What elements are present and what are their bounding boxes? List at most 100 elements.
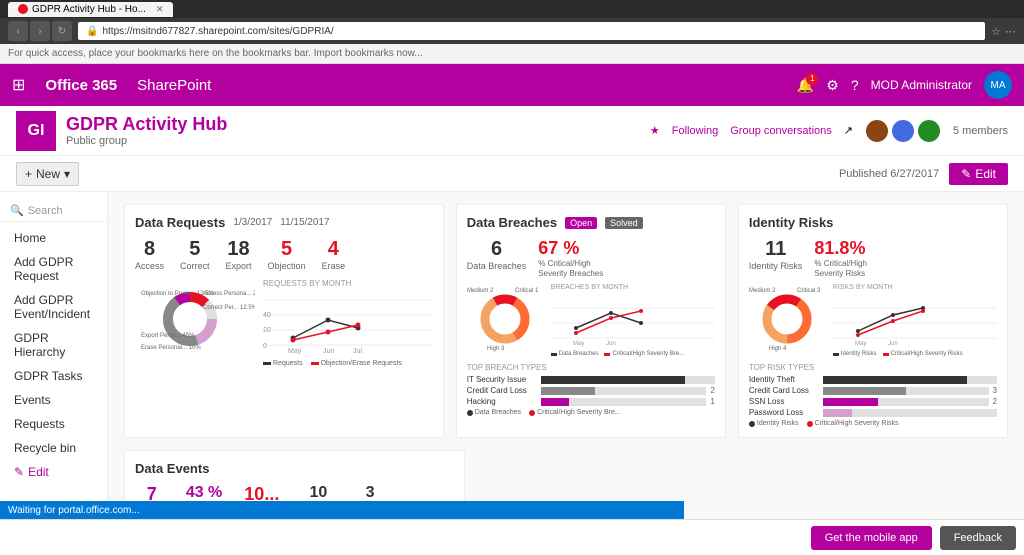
browser-chrome: GDPR Activity Hub - Ho... ✕ — [0, 0, 1024, 18]
plus-icon: + — [25, 167, 32, 181]
risk-type-label-2: Credit Card Loss — [749, 386, 819, 395]
member-avatar-3 — [917, 119, 941, 143]
data-events-header: Data Events — [135, 461, 454, 476]
user-avatar[interactable]: MA — [984, 71, 1012, 99]
sidebar-item-requests[interactable]: Requests — [0, 412, 107, 436]
data-requests-date2: 11/15/2017 — [280, 217, 329, 228]
breaches-charts: Medium 2 Critical 1 High 3 BREACHES BY M… — [467, 284, 715, 357]
legend-critical-risks-color — [883, 353, 889, 356]
open-badge[interactable]: Open — [565, 217, 597, 229]
stat-erase-label: Erase — [322, 261, 346, 271]
risk-type-identity-theft: Identity Theft — [749, 375, 997, 384]
tab-favicon — [18, 4, 28, 14]
feedback-button[interactable]: Feedback — [940, 526, 1016, 550]
breaches-pct: 67 % — [538, 238, 579, 258]
data-requests-charts: Objection to Proce... 12.5% Access Perso… — [135, 279, 433, 367]
svg-text:Jul: Jul — [353, 348, 362, 355]
breaches-legend: Data Breaches Critical/High Severity Bre… — [551, 351, 715, 357]
star-icon[interactable]: ☆ — [991, 25, 1001, 38]
breach-legend-label-2: Critical/High Severity Bre... — [537, 409, 621, 416]
browser-tab[interactable]: GDPR Activity Hub - Ho... ✕ — [8, 2, 173, 17]
url-input[interactable]: 🔒 https://msitnd677827.sharepoint.com/si… — [78, 22, 985, 40]
risks-line-chart: RISKS BY MONTH May Jun — [833, 284, 997, 357]
breaches-donut-svg: Medium 2 Critical 1 High 3 — [467, 284, 547, 354]
header-icons: 🔔 1 ⚙ ? MOD Administrator MA — [797, 71, 1012, 99]
data-requests-section: Data Requests 1/3/2017 11/15/2017 8 Acce… — [124, 204, 444, 438]
solved-badge[interactable]: Solved — [605, 217, 643, 229]
settings-icon[interactable]: ⋯ — [1005, 25, 1016, 38]
site-title[interactable]: GDPR Activity Hub — [66, 114, 640, 135]
breaches-line-chart: BREACHES BY MONTH May Jun — [551, 284, 715, 357]
stat-correct-label: Correct — [180, 261, 210, 271]
legend-data-breaches: Data Breaches — [551, 351, 599, 357]
mobile-app-button[interactable]: Get the mobile app — [811, 526, 932, 550]
tab-close-icon[interactable]: ✕ — [156, 4, 164, 15]
sidebar-item-hierarchy[interactable]: GDPR Hierarchy — [0, 326, 107, 364]
risk-legend-label-2: Critical/High Severity Risks — [815, 420, 899, 427]
sidebar-item-tasks[interactable]: GDPR Tasks — [0, 364, 107, 388]
settings-gear-icon[interactable]: ⚙ — [826, 77, 839, 94]
site-info: GDPR Activity Hub Public group — [66, 114, 640, 147]
site-header: GI GDPR Activity Hub Public group ★ Foll… — [0, 106, 1024, 156]
donut-chart-svg: Objection to Proce... 12.5% Access Perso… — [135, 279, 255, 354]
status-text: Waiting for portal.office.com... — [8, 505, 140, 516]
breach-types-legend: Data Breaches Critical/High Severity Bre… — [467, 409, 715, 416]
svg-text:Jun: Jun — [323, 348, 334, 355]
back-button[interactable]: ‹ — [8, 21, 28, 41]
waffle-icon[interactable]: ⊞ — [12, 75, 25, 95]
svg-text:Jun: Jun — [888, 341, 898, 347]
legend-requests-label: Requests — [273, 360, 303, 367]
risks-donut-svg: Medium 2 Critical 3 High 4 — [749, 284, 829, 354]
edit-button[interactable]: ✎ Edit — [949, 163, 1008, 185]
svg-text:Critical 1: Critical 1 — [515, 288, 539, 294]
svg-text:Jun: Jun — [606, 341, 616, 347]
data-breaches-section: Data Breaches Open Solved 6 Data Breache… — [456, 204, 726, 438]
dashboard-row-1: Data Requests 1/3/2017 11/15/2017 8 Acce… — [124, 204, 1008, 438]
svg-text:May: May — [573, 341, 584, 347]
risks-pct: 81.8% — [814, 238, 865, 258]
breach-legend-1: Data Breaches — [467, 409, 521, 416]
sidebar-item-recycle[interactable]: Recycle bin — [0, 436, 107, 460]
requests-line-chart: REQUESTS BY MONTH 0 20 40 May Jun — [263, 279, 433, 367]
sidebar-edit-button[interactable]: ✎ Edit — [0, 460, 107, 484]
requests-chart-title: REQUESTS BY MONTH — [263, 279, 433, 288]
help-icon[interactable]: ? — [851, 77, 859, 93]
breach-legend-label-1: Data Breaches — [475, 409, 521, 416]
de-archived-num: 3 — [366, 484, 375, 501]
sidebar-nav: Home Add GDPR Request Add GDPR Event/Inc… — [0, 226, 107, 460]
svg-text:Access Persona... 20%: Access Persona... 20% — [203, 291, 255, 297]
address-bar-row: ‹ › ↻ 🔒 https://msitnd677827.sharepoint.… — [0, 18, 1024, 44]
sidebar-item-add-request[interactable]: Add GDPR Request — [0, 250, 107, 288]
user-name[interactable]: MOD Administrator — [871, 78, 972, 92]
donut-chart-area: Objection to Proce... 12.5% Access Perso… — [135, 279, 255, 367]
sidebar-item-add-event[interactable]: Add GDPR Event/Incident — [0, 288, 107, 326]
breach-type-credit-card: Credit Card Loss 2 — [467, 386, 715, 395]
sidebar-edit-label: Edit — [28, 465, 49, 479]
risk-legend-label-1: Identity Risks — [757, 420, 799, 427]
sharepoint-title[interactable]: SharePoint — [137, 77, 211, 94]
url-text: https://msitnd677827.sharepoint.com/site… — [102, 26, 333, 37]
risks-count-number: 11 — [749, 238, 803, 261]
sidebar-item-events[interactable]: Events — [0, 388, 107, 412]
risks-stats: 11 Identity Risks 81.8% % Critical/High … — [749, 238, 997, 278]
site-subtitle: Public group — [66, 135, 640, 147]
risk-type-label-4: Password Loss — [749, 408, 819, 417]
search-box[interactable]: 🔍 Search — [0, 200, 107, 222]
following-button[interactable]: Following — [672, 125, 718, 137]
risk-type-ssn: SSN Loss 2 — [749, 397, 997, 406]
forward-button[interactable]: › — [30, 21, 50, 41]
sp-toolbar: + New ▾ Published 6/27/2017 ✎ Edit — [0, 156, 1024, 192]
site-logo-initials: GI — [28, 122, 45, 140]
breaches-count-label: Data Breaches — [467, 261, 527, 271]
sidebar-item-home[interactable]: Home — [0, 226, 107, 250]
office365-header: ⊞ Office 365 SharePoint 🔔 1 ⚙ ? MOD Admi… — [0, 64, 1024, 106]
notification-icon[interactable]: 🔔 1 — [797, 77, 814, 94]
identity-risks-title: Identity Risks — [749, 215, 834, 230]
legend-objection-color — [311, 362, 319, 365]
new-button[interactable]: + New ▾ — [16, 162, 79, 186]
edit-label: Edit — [975, 167, 996, 181]
group-conversations-button[interactable]: Group conversations — [730, 125, 832, 137]
svg-text:Medium 2: Medium 2 — [749, 288, 776, 294]
refresh-button[interactable]: ↻ — [52, 21, 72, 41]
o365-title[interactable]: Office 365 — [35, 77, 127, 94]
